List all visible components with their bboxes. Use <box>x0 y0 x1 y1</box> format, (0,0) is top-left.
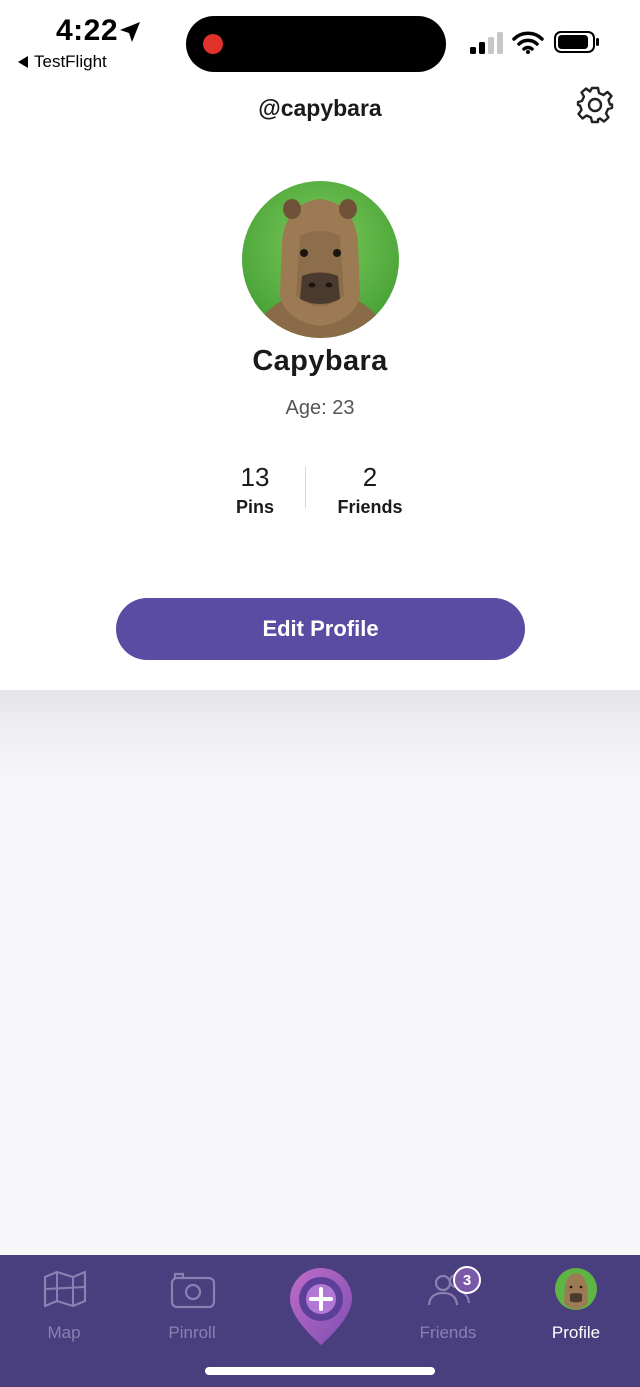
stat-friends[interactable]: 2 Friends <box>310 462 430 518</box>
tab-pinroll[interactable]: Pinroll <box>128 1255 256 1355</box>
tab-map-label: Map <box>47 1323 81 1342</box>
friends-count: 2 <box>362 462 378 492</box>
tab-pinroll-label: Pinroll <box>168 1323 216 1342</box>
map-icon <box>43 1270 87 1308</box>
tab-profile-label: Profile <box>551 1323 601 1342</box>
back-app-label: TestFlight <box>34 52 107 71</box>
back-triangle-icon <box>18 56 28 68</box>
profile-avatar <box>242 181 399 338</box>
tab-map[interactable]: Map <box>0 1255 128 1355</box>
tab-bar: Map Pinroll 3 Friends Profile <box>0 1255 640 1387</box>
profile-username: @capybara <box>258 95 382 121</box>
recording-indicator-icon <box>203 34 223 54</box>
profile-content-area <box>0 690 640 1256</box>
profile-display-name: Capybara <box>252 345 388 377</box>
settings-gear-icon[interactable] <box>574 84 616 126</box>
stats-divider <box>305 466 306 508</box>
age-label: Age: <box>285 397 327 419</box>
friends-notification-badge: 3 <box>453 1266 481 1294</box>
tab-add-pin[interactable] <box>256 1255 384 1355</box>
pins-label: Pins <box>235 497 274 517</box>
status-time: 4:22 <box>56 14 119 47</box>
status-bar: 4:22 TestFlight <box>0 0 640 84</box>
profile-age: Age: 23 <box>0 397 640 420</box>
tab-friends[interactable]: 3 Friends <box>384 1255 512 1355</box>
battery-icon <box>554 31 599 53</box>
add-pin-icon <box>290 1268 352 1345</box>
tab-profile-avatar <box>555 1268 597 1310</box>
age-value: 23 <box>332 397 355 419</box>
dynamic-island <box>186 16 446 72</box>
cellular-signal-icon <box>470 32 503 54</box>
edit-profile-button[interactable]: Edit Profile <box>116 598 525 660</box>
friends-label: Friends <box>337 497 403 517</box>
home-indicator[interactable] <box>205 1367 435 1375</box>
back-to-app-link[interactable]: TestFlight <box>18 52 107 72</box>
stat-pins[interactable]: 13 Pins <box>195 462 315 518</box>
wifi-icon <box>512 31 544 54</box>
tab-friends-label: Friends <box>419 1323 477 1342</box>
pins-count: 13 <box>240 462 270 492</box>
tab-profile[interactable]: Profile <box>512 1255 640 1355</box>
location-arrow-icon <box>120 22 140 42</box>
camera-icon <box>170 1272 216 1309</box>
